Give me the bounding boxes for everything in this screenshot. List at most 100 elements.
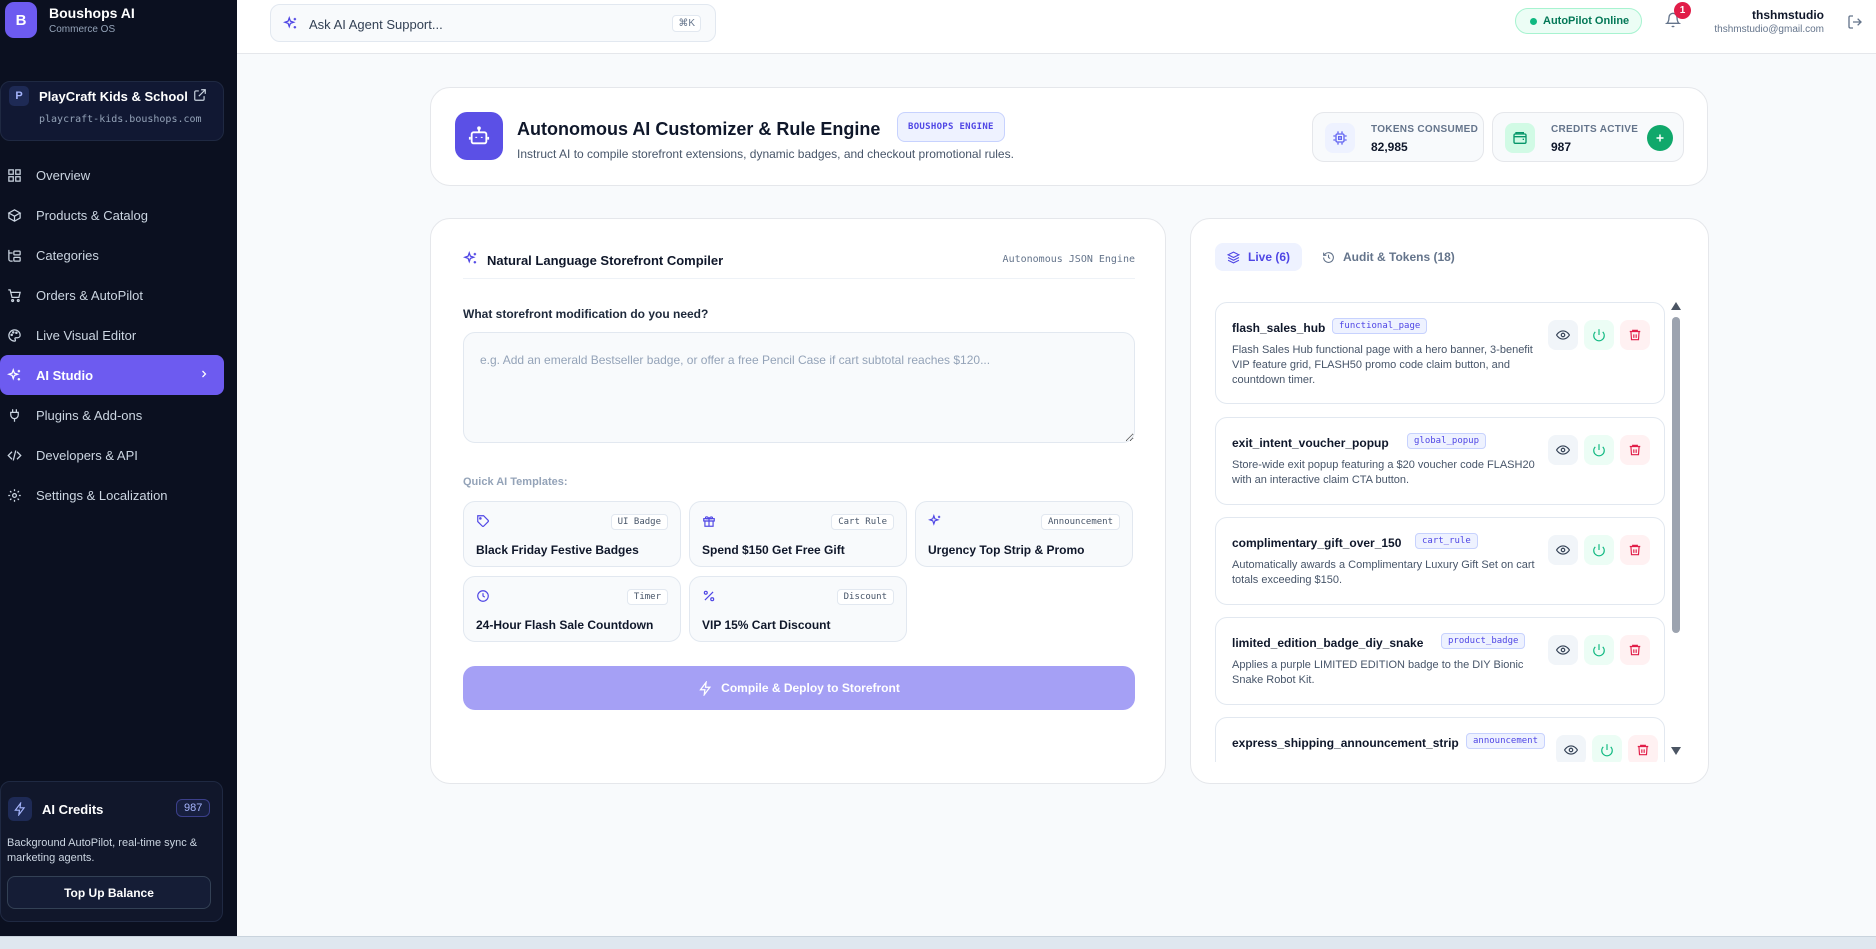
sidebar-item-developers[interactable]: Developers & API: [0, 435, 224, 475]
cpu-icon: [1325, 123, 1355, 153]
eye-icon[interactable]: [1556, 735, 1586, 762]
brand-name: Boushops AI: [49, 5, 135, 21]
scrollbar-thumb[interactable]: [1672, 317, 1680, 633]
trash-icon[interactable]: [1620, 435, 1650, 465]
user-profile[interactable]: thshmstudio thshmstudio@gmail.com: [1714, 8, 1824, 35]
power-icon[interactable]: [1584, 320, 1614, 350]
tokens-consumed-label: TOKENS CONSUMED: [1371, 124, 1479, 135]
search-placeholder: Ask AI Agent Support...: [309, 17, 443, 32]
sidebar-item-overview[interactable]: Overview: [0, 155, 224, 195]
template-name: 24-Hour Flash Sale Countdown: [476, 618, 654, 632]
compile-deploy-button[interactable]: Compile & Deploy to Storefront: [463, 666, 1135, 710]
rule-card[interactable]: flash_sales_hub functional_page Flash Sa…: [1215, 302, 1665, 404]
tab-audit-tokens[interactable]: Audit & Tokens (18): [1310, 243, 1467, 271]
template-tag: Timer: [626, 589, 668, 605]
sidebar-item-label: Plugins & Add-ons: [36, 407, 143, 423]
lightning-icon: [698, 680, 713, 696]
eye-icon[interactable]: [1548, 635, 1578, 665]
sparkles-icon: [283, 16, 298, 31]
add-credits-button[interactable]: [1647, 125, 1673, 151]
brand-logo: B: [5, 2, 37, 38]
rule-card[interactable]: express_shipping_announcement_strip anno…: [1215, 717, 1665, 762]
user-email: thshmstudio@gmail.com: [1714, 24, 1824, 35]
tab-live-label: Live (6): [1248, 250, 1291, 264]
compile-deploy-label: Compile & Deploy to Storefront: [721, 681, 900, 695]
trash-icon[interactable]: [1620, 535, 1650, 565]
clock-icon: [476, 589, 490, 603]
eye-icon[interactable]: [1548, 435, 1578, 465]
trash-icon[interactable]: [1620, 320, 1650, 350]
template-name: VIP 15% Cart Discount: [702, 618, 831, 632]
rule-card[interactable]: complimentary_gift_over_150 cart_rule Au…: [1215, 517, 1665, 605]
sidebar-item-orders[interactable]: Orders & AutoPilot: [0, 275, 224, 315]
rules-list[interactable]: flash_sales_hub functional_page Flash Sa…: [1215, 302, 1671, 762]
sidebar-item-label: Products & Catalog: [36, 207, 149, 223]
rule-type-tag: global_popup: [1407, 433, 1487, 449]
template-vip-discount[interactable]: Discount VIP 15% Cart Discount: [689, 576, 907, 642]
tokens-consumed-stat: TOKENS CONSUMED 82,985: [1312, 112, 1484, 162]
folder-tree-icon: [7, 248, 22, 263]
scroll-up-arrow-icon[interactable]: [1671, 302, 1681, 310]
template-flash-countdown[interactable]: Timer 24-Hour Flash Sale Countdown: [463, 576, 681, 642]
eye-icon[interactable]: [1548, 320, 1578, 350]
scroll-down-arrow-icon[interactable]: [1671, 747, 1681, 755]
engine-header-card: Autonomous AI Customizer & Rule Engine B…: [430, 87, 1708, 186]
sidebar-item-ai-studio[interactable]: AI Studio: [0, 355, 224, 395]
status-dot: [1530, 17, 1537, 25]
trash-icon[interactable]: [1628, 735, 1658, 762]
store-card[interactable]: P PlayCraft Kids & School playcraft-kids…: [0, 81, 224, 141]
logout-icon[interactable]: [1847, 14, 1863, 30]
rule-type-tag: product_badge: [1441, 633, 1526, 649]
user-name: thshmstudio: [1752, 8, 1824, 22]
trash-icon[interactable]: [1620, 635, 1650, 665]
sparkles-icon: [928, 514, 942, 528]
template-free-gift[interactable]: Cart Rule Spend $150 Get Free Gift: [689, 501, 907, 567]
wallet-icon: [1505, 123, 1535, 153]
storefront-compiler-card: Natural Language Storefront Compiler Aut…: [430, 218, 1166, 784]
autopilot-status-label: AutoPilot Online: [1543, 15, 1630, 27]
rule-card[interactable]: limited_edition_badge_diy_snake product_…: [1215, 617, 1665, 705]
power-icon[interactable]: [1592, 735, 1622, 762]
plug-icon: [7, 408, 22, 423]
robot-icon: [455, 112, 503, 160]
sidebar-item-settings[interactable]: Settings & Localization: [0, 475, 224, 515]
rule-type-tag: functional_page: [1332, 318, 1428, 334]
ai-agent-search[interactable]: Ask AI Agent Support... ⌘K: [270, 4, 716, 42]
power-icon[interactable]: [1584, 635, 1614, 665]
template-black-friday[interactable]: UI Badge Black Friday Festive Badges: [463, 501, 681, 567]
external-link-icon[interactable]: [193, 88, 207, 102]
sidebar-item-plugins[interactable]: Plugins & Add-ons: [0, 395, 224, 435]
sidebar-item-label: AI Studio: [36, 367, 94, 383]
eye-icon[interactable]: [1548, 535, 1578, 565]
modification-prompt-input[interactable]: [463, 332, 1135, 443]
sidebar-item-categories[interactable]: Categories: [0, 235, 224, 275]
sidebar-item-visual-editor[interactable]: Live Visual Editor: [0, 315, 224, 355]
template-urgency-strip[interactable]: Announcement Urgency Top Strip & Promo: [915, 501, 1133, 567]
store-url: playcraft-kids.boushops.com: [39, 114, 202, 125]
os-taskbar: [0, 936, 1876, 949]
tab-live[interactable]: Live (6): [1215, 243, 1303, 271]
tag-icon: [476, 514, 490, 528]
sidebar: B Boushops AI Commerce OS P PlayCraft Ki…: [0, 0, 237, 936]
ai-credits-description: Background AutoPilot, real-time sync & m…: [7, 837, 198, 864]
brand[interactable]: B Boushops AI Commerce OS: [5, 2, 135, 38]
rule-name: limited_edition_badge_diy_snake: [1232, 636, 1424, 650]
gear-icon: [7, 488, 22, 503]
rule-name: complimentary_gift_over_150: [1232, 536, 1402, 550]
ai-credits-title: AI Credits: [42, 802, 104, 817]
power-icon[interactable]: [1584, 535, 1614, 565]
compiler-title: Natural Language Storefront Compiler: [487, 253, 724, 268]
power-icon[interactable]: [1584, 435, 1614, 465]
sidebar-item-label: Developers & API: [36, 447, 138, 463]
template-name: Urgency Top Strip & Promo: [928, 543, 1085, 557]
rule-card[interactable]: exit_intent_voucher_popup global_popup S…: [1215, 417, 1665, 505]
top-up-balance-button[interactable]: Top Up Balance: [7, 876, 211, 909]
template-tag: Discount: [836, 589, 894, 605]
templates-label: Quick AI Templates:: [463, 476, 568, 488]
autopilot-status-badge: AutoPilot Online: [1515, 8, 1643, 34]
template-tag: Cart Rule: [831, 514, 894, 530]
compiler-engine-tag: Autonomous JSON Engine: [1002, 254, 1135, 265]
store-name: PlayCraft Kids & School: [39, 89, 188, 104]
sidebar-item-products[interactable]: Products & Catalog: [0, 195, 224, 235]
lightning-icon: [8, 797, 32, 821]
